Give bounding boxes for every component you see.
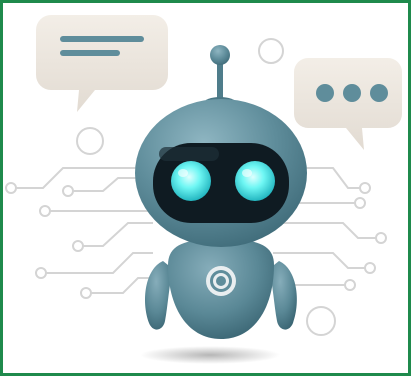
image-frame <box>0 0 411 376</box>
robot-left-eye <box>171 161 211 201</box>
speech-bubble-dots-icon <box>294 58 402 150</box>
target-icon <box>206 266 236 296</box>
robot-head <box>135 99 307 247</box>
robot-shadow <box>140 346 280 364</box>
robot-right-eye <box>235 161 275 201</box>
speech-bubble-lines-icon <box>36 15 168 112</box>
robot-scene <box>5 15 402 364</box>
